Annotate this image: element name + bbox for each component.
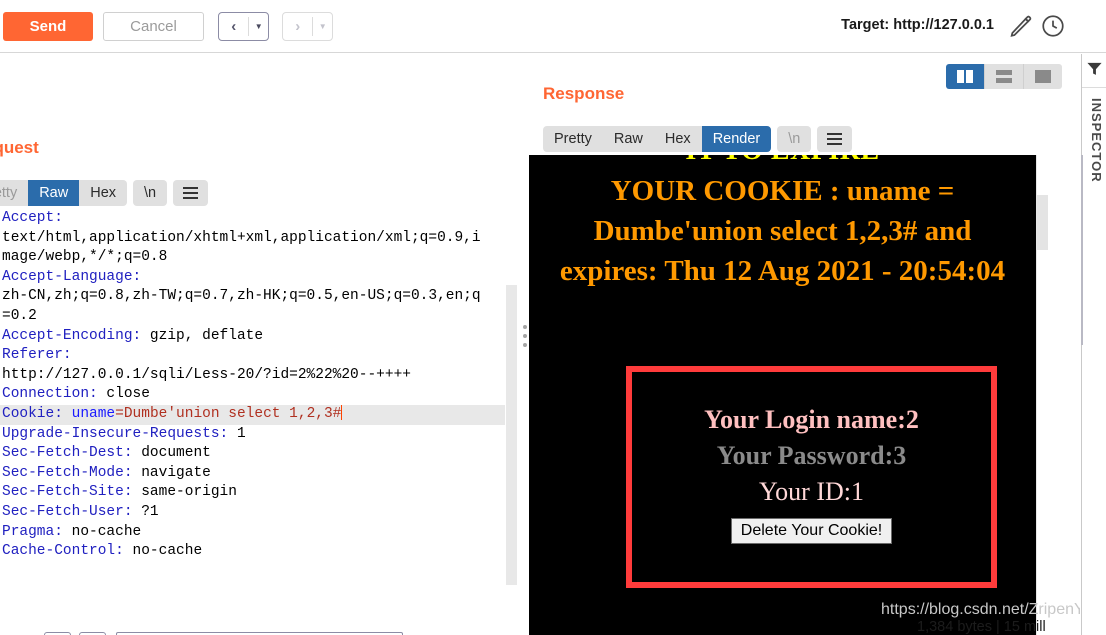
single-pane-layout-button[interactable] — [1024, 64, 1062, 89]
previous-arrow-icon[interactable]: ‹ — [219, 13, 248, 40]
response-menu-icon[interactable] — [817, 126, 853, 152]
user-id-text: Your ID:1 — [759, 477, 864, 506]
next-request-group[interactable]: › ▼ — [282, 12, 333, 41]
next-arrow-icon[interactable]: › — [283, 13, 312, 40]
tab-request-newline[interactable]: \n — [133, 180, 168, 206]
tab-response-pretty[interactable]: Pretty — [543, 126, 603, 152]
watermark-text: https://blog.csdn.net/ZripenYe — [881, 601, 1080, 618]
rail-active-edge — [1081, 155, 1083, 345]
request-line: Accept-Encoding: gzip, deflate — [2, 327, 264, 344]
text-cursor — [341, 404, 343, 420]
splitter-grip-icon — [523, 325, 527, 347]
request-line: mage/webp,*/*;q=0.8 — [2, 249, 168, 266]
filter-icon[interactable] — [1086, 60, 1103, 77]
tab-response-newline[interactable]: \n — [777, 126, 812, 152]
request-line: text/html,application/xhtml+xml,applicat… — [2, 229, 481, 246]
request-scrollbar-thumb[interactable] — [506, 285, 517, 585]
request-line: Sec-Fetch-User: ?1 — [2, 503, 159, 520]
previous-chevron-down-icon[interactable]: ▼ — [249, 13, 268, 40]
request-line: Accept: — [2, 210, 63, 226]
tab-response-render[interactable]: Render — [701, 126, 772, 152]
single-pane-icon — [1035, 70, 1051, 83]
inspector-label: INSPECTOR — [1089, 98, 1104, 183]
response-render-view: IT TO EXPIRE YOUR COOKIE : uname = Dumbe… — [529, 155, 1036, 635]
request-menu-icon[interactable] — [173, 180, 209, 206]
request-panel-title: equest — [0, 138, 39, 157]
inspector-rail[interactable]: INSPECTOR — [1081, 54, 1106, 635]
request-line: =0.2 — [2, 307, 37, 324]
request-search-bar: ← → 0 matches — [0, 626, 517, 635]
request-line: Sec-Fetch-Mode: navigate — [2, 464, 211, 481]
stacked-layout-button[interactable] — [985, 64, 1023, 89]
request-line: Sec-Fetch-Dest: document — [2, 445, 211, 462]
stacked-icon — [996, 70, 1012, 83]
request-line: Referer: — [2, 347, 72, 364]
pencil-icon[interactable] — [1008, 13, 1034, 39]
tab-request-pretty[interactable]: retty — [0, 180, 29, 206]
tab-response-hex[interactable]: Hex — [653, 126, 702, 152]
request-line: Connection: close — [2, 386, 150, 403]
clock-icon[interactable] — [1040, 13, 1066, 39]
request-cookie-line[interactable]: Cookie: uname=Dumbe'union select 1,2,3# — [0, 404, 505, 425]
request-line: Upgrade-Insecure-Requests: 1 — [2, 425, 246, 442]
top-toolbar: Send Cancel ‹ ▼ › ▼ Target: http://127.0… — [0, 0, 1106, 53]
password-text: Your Password:3 — [716, 441, 907, 470]
response-panel: Response Pretty Raw Hex Render \n YOUR C… — [529, 54, 1080, 635]
delete-cookie-button[interactable]: Delete Your Cookie! — [730, 518, 893, 544]
login-result-box: Your Login name:2 Your Password:3 Your I… — [626, 366, 997, 588]
request-line: Pragma: no-cache — [2, 523, 142, 540]
hamburger-menu-icon — [183, 187, 199, 199]
cancel-button[interactable]: Cancel — [103, 12, 204, 41]
response-panel-title: Response — [543, 84, 625, 103]
request-message-editor[interactable]: Accept: text/html,application/xhtml+xml,… — [0, 209, 505, 617]
previous-request-group[interactable]: ‹ ▼ — [218, 12, 269, 41]
login-name-text: Your Login name:2 — [704, 405, 919, 434]
response-scrollbar-thumb[interactable] — [1037, 195, 1048, 250]
hamburger-menu-icon — [827, 133, 843, 145]
cookie-info-text: YOUR COOKIE : uname = Dumbe'union select… — [559, 175, 1006, 287]
response-status-bytes: 1,384 bytes | 15 mill — [917, 619, 1046, 635]
burp-repeater-window: Send Cancel ‹ ▼ › ▼ Target: http://127.0… — [0, 0, 1106, 635]
tab-request-raw[interactable]: Raw — [28, 180, 80, 206]
request-line: Sec-Fetch-Site: same-origin — [2, 484, 237, 501]
request-line: http://127.0.0.1/sqli/Less-20/?id=2%22%2… — [2, 366, 411, 383]
request-tab-bar: retty Raw Hex \n — [0, 180, 209, 206]
expire-heading: IT TO EXPIRE — [529, 155, 1036, 167]
tab-request-hex[interactable]: Hex — [79, 180, 128, 206]
tab-response-raw[interactable]: Raw — [602, 126, 654, 152]
response-tab-bar: Pretty Raw Hex Render \n — [543, 126, 853, 152]
rail-divider — [1082, 87, 1106, 88]
side-by-side-icon — [957, 70, 973, 83]
request-line: Cache-Control: no-cache — [2, 543, 203, 560]
request-panel: equest retty Raw Hex \n Accept: text/htm… — [0, 54, 517, 635]
request-line: Accept-Language: — [2, 268, 142, 285]
target-label: Target: http://127.0.0.1 — [841, 17, 994, 33]
send-button[interactable]: Send — [3, 12, 93, 41]
request-line: zh-CN,zh;q=0.8,zh-TW;q=0.7,zh-HK;q=0.5,e… — [2, 288, 481, 305]
layout-toggle-group — [946, 64, 1062, 89]
side-by-side-layout-button[interactable] — [946, 64, 984, 89]
panel-splitter[interactable] — [520, 155, 529, 610]
next-chevron-down-icon[interactable]: ▼ — [313, 13, 332, 40]
